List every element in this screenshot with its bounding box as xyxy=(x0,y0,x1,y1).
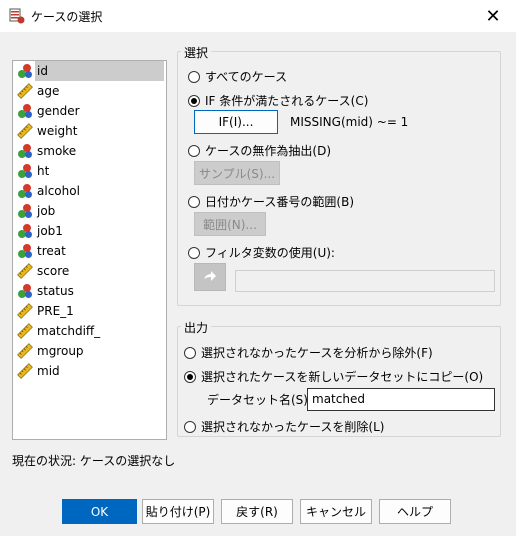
variable-item-pre-1[interactable]: PRE_1 xyxy=(13,301,166,321)
radio-button[interactable] xyxy=(188,70,200,83)
radio-label: 選択されたケースを新しいデータセットにコピー(O) xyxy=(201,370,484,384)
radio-label: IF 条件が満たされるケース(C) xyxy=(205,94,369,108)
variable-label: weight xyxy=(37,124,78,138)
dataset-name-label: データセット名(S): xyxy=(207,393,313,407)
status-text: 現在の状況: ケースの選択なし xyxy=(12,454,176,468)
app-icon xyxy=(9,8,25,24)
dataset-name-input[interactable]: matched xyxy=(307,388,495,411)
variable-item-mgroup[interactable]: mgroup xyxy=(13,341,166,361)
radio-filter-out[interactable]: 選択されなかったケースを分析から除外(F) xyxy=(184,344,433,361)
variable-item-id[interactable]: id xyxy=(13,61,166,81)
scale-icon xyxy=(17,303,33,319)
radio-button[interactable] xyxy=(188,94,200,107)
radio-filter-variable[interactable]: フィルタ変数の使用(U): xyxy=(188,244,335,261)
output-group-title: 出力 xyxy=(181,319,212,336)
nominal-icon xyxy=(18,164,32,178)
variable-item-mid[interactable]: mid xyxy=(13,361,166,381)
variable-label: score xyxy=(37,264,70,278)
variable-label: alcohol xyxy=(37,184,80,198)
sample-button[interactable]: サンプル(S)... xyxy=(194,161,280,185)
radio-label: 日付かケース番号の範囲(B) xyxy=(205,195,354,209)
variable-item-score[interactable]: score xyxy=(13,261,166,281)
radio-label: フィルタ変数の使用(U): xyxy=(205,246,335,260)
radio-all-cases[interactable]: すべてのケース xyxy=(188,68,287,85)
paste-button[interactable]: 貼り付け(P) xyxy=(142,499,214,524)
variable-item-job[interactable]: job xyxy=(13,201,166,221)
cancel-button[interactable]: キャンセル xyxy=(300,499,372,524)
radio-button[interactable] xyxy=(188,246,200,259)
variable-item-weight[interactable]: weight xyxy=(13,121,166,141)
radio-button[interactable] xyxy=(188,195,200,208)
nominal-icon xyxy=(18,104,32,118)
scale-icon xyxy=(17,83,33,99)
variable-label: matchdiff_ xyxy=(37,324,101,338)
reset-button[interactable]: 戻す(R) xyxy=(221,499,293,524)
scale-icon xyxy=(17,363,33,379)
variable-label: treat xyxy=(37,244,66,258)
nominal-icon xyxy=(18,244,32,258)
scale-icon xyxy=(17,263,33,279)
variable-label: PRE_1 xyxy=(37,304,74,318)
variable-label: ht xyxy=(37,164,50,178)
variable-label: gender xyxy=(37,104,80,118)
variable-label: id xyxy=(35,61,164,81)
close-icon: ✕ xyxy=(485,5,501,27)
radio-random-sample[interactable]: ケースの無作為抽出(D) xyxy=(188,142,331,159)
variable-label: job xyxy=(37,204,56,218)
if-button[interactable]: IF(I)... xyxy=(194,110,278,134)
selection-group-title: 選択 xyxy=(181,44,212,61)
close-button[interactable]: ✕ xyxy=(470,0,516,32)
nominal-icon xyxy=(18,144,32,158)
variable-item-gender[interactable]: gender xyxy=(13,101,166,121)
variable-item-age[interactable]: age xyxy=(13,81,166,101)
arrow-right-icon xyxy=(204,271,216,281)
variable-list[interactable]: id age gender weight smoke ht alcohol job job1 tr… xyxy=(12,60,167,440)
radio-delete-unselected[interactable]: 選択されなかったケースを削除(L) xyxy=(184,418,384,435)
radio-date-range[interactable]: 日付かケース番号の範囲(B) xyxy=(188,193,354,210)
nominal-icon xyxy=(18,284,32,298)
nominal-icon xyxy=(18,184,32,198)
title-bar: ケースの選択 ✕ xyxy=(0,0,516,32)
variable-item-status[interactable]: status xyxy=(13,281,166,301)
variable-label: status xyxy=(37,284,74,298)
radio-label: すべてのケース xyxy=(205,70,288,84)
variable-item-smoke[interactable]: smoke xyxy=(13,141,166,161)
radio-if-condition[interactable]: IF 条件が満たされるケース(C) xyxy=(188,92,368,109)
radio-button[interactable] xyxy=(184,346,196,359)
variable-item-alcohol[interactable]: alcohol xyxy=(13,181,166,201)
radio-label: ケースの無作為抽出(D) xyxy=(205,144,332,158)
nominal-icon xyxy=(18,204,32,218)
radio-label: 選択されなかったケースを削除(L) xyxy=(201,420,385,434)
variable-label: smoke xyxy=(37,144,77,158)
radio-button[interactable] xyxy=(188,144,200,157)
variable-label: mgroup xyxy=(37,344,84,358)
help-button[interactable]: ヘルプ xyxy=(379,499,451,524)
ok-button[interactable]: OK xyxy=(62,499,137,524)
scale-icon xyxy=(17,323,33,339)
variable-item-job1[interactable]: job1 xyxy=(13,221,166,241)
scale-icon xyxy=(17,123,33,139)
variable-label: job1 xyxy=(37,224,63,238)
scale-icon xyxy=(17,343,33,359)
move-variable-button[interactable] xyxy=(194,263,226,291)
radio-button[interactable] xyxy=(184,370,196,383)
variable-label: mid xyxy=(37,364,60,378)
radio-copy-to-dataset[interactable]: 選択されたケースを新しいデータセットにコピー(O) xyxy=(184,368,483,385)
condition-text: MISSING(mid) ~= 1 xyxy=(290,115,409,129)
nominal-icon xyxy=(18,64,32,78)
range-button[interactable]: 範囲(N)... xyxy=(194,212,266,236)
variable-item-matchdiff[interactable]: matchdiff_ xyxy=(13,321,166,341)
filter-variable-field xyxy=(235,270,495,292)
nominal-icon xyxy=(18,224,32,238)
variable-item-ht[interactable]: ht xyxy=(13,161,166,181)
window-title: ケースの選択 xyxy=(31,10,103,24)
variable-item-treat[interactable]: treat xyxy=(13,241,166,261)
radio-label: 選択されなかったケースを分析から除外(F) xyxy=(201,346,433,360)
radio-button[interactable] xyxy=(184,420,196,433)
variable-label: age xyxy=(37,84,60,98)
